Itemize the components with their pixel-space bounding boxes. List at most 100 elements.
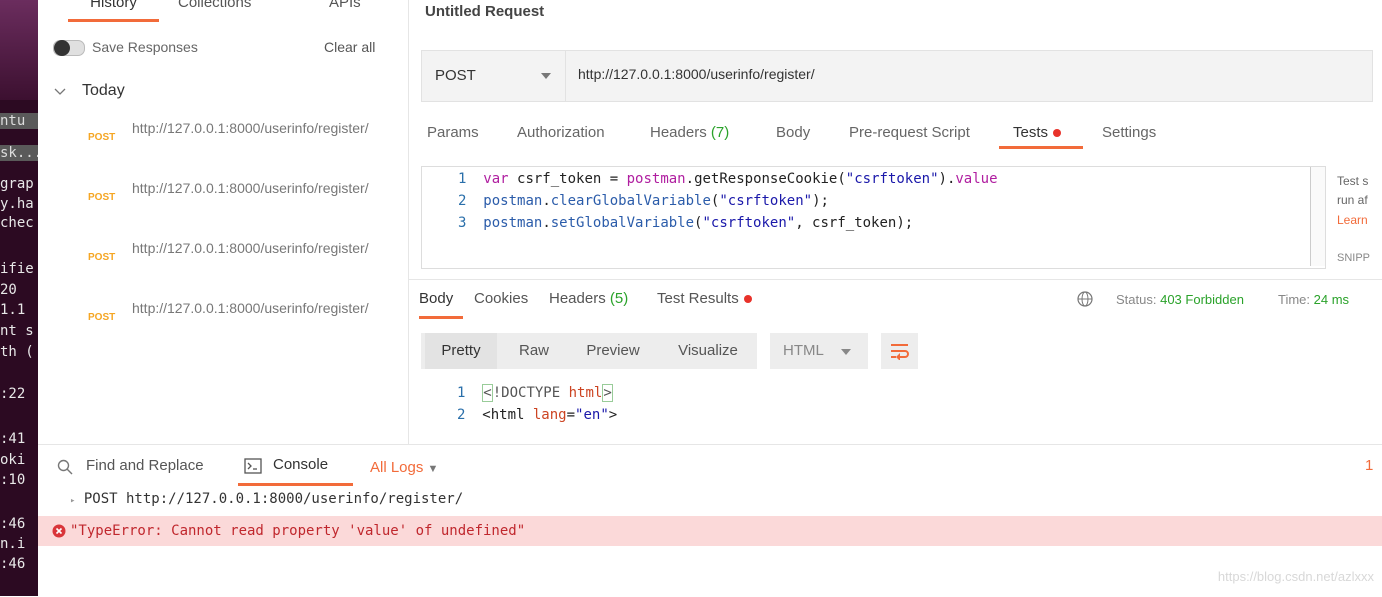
history-item[interactable]: POST http://127.0.0.1:8000/userinfo/regi… xyxy=(38,178,408,236)
tab-prerequest-script[interactable]: Pre-request Script xyxy=(849,124,970,141)
terminal-line: ntu xyxy=(0,113,38,129)
terminal-line: ifie xyxy=(0,261,34,277)
time-value: 24 ms xyxy=(1313,292,1350,307)
view-mode-preview[interactable]: Preview xyxy=(573,333,653,369)
format-select[interactable]: HTML xyxy=(770,333,868,369)
expand-arrow-icon: ▸ xyxy=(70,496,76,506)
history-url: http://127.0.0.1:8000/userinfo/register/ xyxy=(132,240,369,256)
status-value: 403 Forbidden xyxy=(1160,292,1244,307)
method-badge: POST xyxy=(88,192,116,203)
tab-tests[interactable]: Tests xyxy=(999,121,1083,149)
response-tab-cookies[interactable]: Cookies xyxy=(474,290,528,307)
tests-indicator-dot xyxy=(1053,129,1062,137)
view-mode-pretty[interactable]: Pretty xyxy=(425,333,497,369)
globe-icon[interactable] xyxy=(1077,291,1093,307)
method-badge: POST xyxy=(88,312,116,323)
terminal-line: :46 xyxy=(0,556,26,572)
all-logs-label: All Logs xyxy=(370,459,424,476)
terminal-line: grap xyxy=(0,176,34,192)
console-error-row[interactable]: "TypeError: Cannot read property 'value'… xyxy=(38,516,1382,546)
wrap-lines-button[interactable] xyxy=(881,333,918,369)
find-and-replace-tab[interactable]: Find and Replace xyxy=(86,457,204,474)
console-request-text: POST http://127.0.0.1:8000/userinfo/regi… xyxy=(83,491,464,507)
tab-headers-label: Headers xyxy=(650,124,707,141)
view-mode-raw[interactable]: Raw xyxy=(502,333,566,369)
url-bar: POST http://127.0.0.1:8000/userinfo/regi… xyxy=(421,50,1373,102)
terminal-background: ntu sk... grap y.ha chec ifie 20 1.1 nt … xyxy=(0,0,38,596)
response-status: Status: 403 Forbidden xyxy=(1116,292,1244,307)
caret-down-icon xyxy=(541,73,551,79)
wrap-lines-icon xyxy=(891,344,909,360)
response-tab-body[interactable]: Body xyxy=(419,290,463,319)
request-panel: Untitled Request POST http://127.0.0.1:8… xyxy=(409,0,1382,444)
tab-params[interactable]: Params xyxy=(427,124,479,141)
terminal-line: n.i xyxy=(0,536,26,552)
terminal-line: :10 xyxy=(0,472,26,488)
history-item[interactable]: POST http://127.0.0.1:8000/userinfo/regi… xyxy=(38,298,408,356)
status-label: Status: xyxy=(1116,292,1157,307)
tab-body[interactable]: Body xyxy=(776,124,810,141)
url-input[interactable]: http://127.0.0.1:8000/userinfo/register/ xyxy=(578,66,815,82)
editor-scrollbar[interactable] xyxy=(1310,167,1325,266)
search-icon xyxy=(57,459,73,475)
method-badge: POST xyxy=(88,252,116,263)
snippets-header: SNIPP xyxy=(1337,252,1371,264)
history-url: http://127.0.0.1:8000/userinfo/register/ xyxy=(132,300,369,316)
history-item[interactable]: POST http://127.0.0.1:8000/userinfo/regi… xyxy=(38,238,408,296)
tests-editor[interactable]: 1 var csrf_token = postman.getResponseCo… xyxy=(421,166,1326,269)
watermark: https://blog.csdn.net/azlxxx xyxy=(1217,569,1374,584)
terminal-line: :46 xyxy=(0,516,26,532)
save-responses-toggle[interactable] xyxy=(53,40,85,56)
response-tab-test-results[interactable]: Test Results xyxy=(657,290,752,307)
tab-headers[interactable]: Headers (7) xyxy=(650,124,729,141)
terminal-line: :41 xyxy=(0,431,26,447)
time-label: Time: xyxy=(1278,292,1311,307)
headers-count: (7) xyxy=(710,124,730,141)
clear-all-button[interactable]: Clear all xyxy=(324,39,375,55)
console-icon xyxy=(244,458,262,474)
terminal-line: th ( xyxy=(0,344,34,360)
all-logs-select[interactable]: All Logs ▼ xyxy=(370,459,438,476)
snippets-help-text-1: Test s xyxy=(1337,174,1369,188)
caret-down-icon: ▼ xyxy=(427,463,439,475)
view-mode-visualize[interactable]: Visualize xyxy=(663,333,753,369)
code-line-3: 3 postman.setGlobalVariable("csrftoken",… xyxy=(458,215,914,231)
history-url: http://127.0.0.1:8000/userinfo/register/ xyxy=(132,120,369,136)
learn-more-link[interactable]: Learn xyxy=(1337,213,1368,227)
response-code-line-2: 2 <html lang="en"> xyxy=(457,407,618,423)
terminal-titlebar xyxy=(0,0,38,100)
toggle-knob xyxy=(54,40,70,56)
history-item[interactable]: POST http://127.0.0.1:8000/userinfo/regi… xyxy=(38,118,408,176)
tab-authorization[interactable]: Authorization xyxy=(517,124,605,141)
tab-settings[interactable]: Settings xyxy=(1102,124,1156,141)
terminal-line: oki xyxy=(0,452,26,468)
sidebar: History Collections APIs Save Responses … xyxy=(38,0,409,444)
error-icon xyxy=(52,524,66,538)
method-badge: POST xyxy=(88,132,116,143)
method-select[interactable]: POST xyxy=(422,51,566,101)
test-results-indicator-dot xyxy=(743,295,752,303)
divider xyxy=(409,279,1382,280)
history-group-today[interactable]: Today xyxy=(82,82,125,100)
console-log-request[interactable]: ▸ POST http://127.0.0.1:8000/userinfo/re… xyxy=(70,491,463,507)
error-count-badge: 1 xyxy=(1365,457,1374,474)
terminal-line: sk... xyxy=(0,145,38,161)
test-results-label: Test Results xyxy=(657,290,739,307)
console-tab[interactable]: Console xyxy=(238,455,353,486)
terminal-line: y.ha xyxy=(0,196,34,212)
terminal-line: 20 xyxy=(0,282,17,298)
chevron-down-icon[interactable] xyxy=(54,87,66,97)
tab-tests-label: Tests xyxy=(1013,124,1049,141)
tab-collections[interactable]: Collections xyxy=(178,0,251,11)
console-panel: Find and Replace Console All Logs ▼ 1 ▸ … xyxy=(38,444,1382,597)
tab-apis[interactable]: APIs xyxy=(329,0,361,11)
terminal-line: 1.1 xyxy=(0,302,26,318)
response-tab-headers[interactable]: Headers (5) xyxy=(549,290,628,307)
history-url: http://127.0.0.1:8000/userinfo/register/ xyxy=(132,180,369,196)
request-title[interactable]: Untitled Request xyxy=(425,3,544,20)
response-code-line-1: 1 <!DOCTYPE html> xyxy=(457,384,613,402)
tab-history[interactable]: History xyxy=(68,0,159,22)
terminal-line: chec xyxy=(0,215,34,231)
response-tab-headers-label: Headers xyxy=(549,290,606,307)
response-time: Time: 24 ms xyxy=(1278,292,1349,307)
